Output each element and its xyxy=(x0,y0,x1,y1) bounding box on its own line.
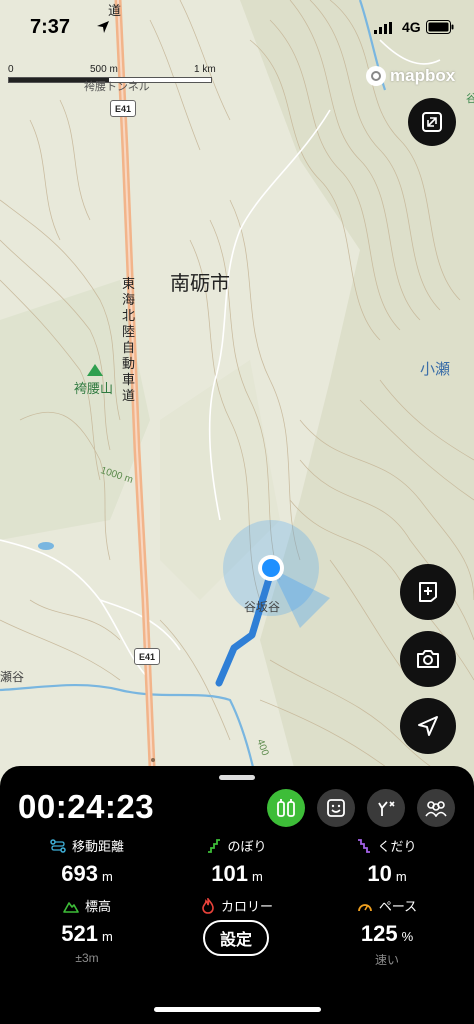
map-label-city: 南砺市 xyxy=(170,273,230,295)
descent-value: 10 xyxy=(367,861,392,886)
distance-label: 移動距離 xyxy=(71,839,124,854)
home-indicator xyxy=(154,1007,321,1012)
pace-unit: % xyxy=(401,929,414,944)
map-label-route-top: 道 xyxy=(108,3,122,18)
mapbox-logo-icon xyxy=(366,66,386,86)
elevation-value: 521 xyxy=(61,921,98,946)
descent-label: くだり xyxy=(377,839,417,854)
stat-ascent: のぼり 101 m xyxy=(162,836,312,887)
ascent-unit: m xyxy=(251,869,263,884)
descent-icon xyxy=(358,838,371,853)
navigation-arrow-icon xyxy=(418,716,438,736)
map-label-mountain: 袴腰山 xyxy=(74,381,114,396)
mountain-icon xyxy=(63,901,79,913)
fit-bounds-icon xyxy=(422,112,442,132)
stat-elevation: 標高 521 m ±3m xyxy=(12,896,162,965)
flame-icon xyxy=(202,897,214,914)
stat-distance: 移動距離 693 m xyxy=(12,836,162,887)
camera-button[interactable] xyxy=(400,631,456,687)
map-label-valley-name: 谷坂谷 xyxy=(244,600,281,614)
add-memo-icon xyxy=(419,582,437,602)
route-fork-icon xyxy=(378,801,395,816)
mapbox-wordmark: mapbox xyxy=(390,66,456,85)
distance-value: 693 xyxy=(61,861,98,886)
map-label-settlement: 瀬谷 xyxy=(0,670,25,684)
road-shield-e41-top: E41 xyxy=(110,100,136,117)
ascent-value: 101 xyxy=(211,861,248,886)
map-label-expressway: 東海北陸自動車道 xyxy=(122,276,136,403)
distance-unit: m xyxy=(101,869,113,884)
status-time: 7:37 xyxy=(30,16,71,38)
map-label-kose: 小瀬 xyxy=(420,361,451,378)
group-icon xyxy=(425,801,447,817)
current-location-button[interactable] xyxy=(400,698,456,754)
scale-label-500m: 500 m xyxy=(90,64,118,75)
hiking-gear-icon xyxy=(277,799,295,817)
group-mode-button[interactable] xyxy=(417,789,455,827)
stat-descent: くだり 10 m xyxy=(312,836,462,887)
signal-bars-icon xyxy=(374,22,392,34)
elevation-accuracy: ±3m xyxy=(75,951,99,965)
elapsed-timer: 00:24:23 xyxy=(18,788,155,825)
stat-pace: ペース 125% 速い xyxy=(312,896,462,968)
status-bar: 7:37 4G xyxy=(0,0,474,56)
descent-unit: m xyxy=(395,869,407,884)
pace-value: 125 xyxy=(360,921,398,946)
ascent-label: のぼり xyxy=(227,839,267,854)
elevation-label: 標高 xyxy=(84,899,111,914)
route-mode-button[interactable] xyxy=(367,789,405,827)
pace-label: ペース xyxy=(378,899,418,914)
sheet-grabber[interactable] xyxy=(219,775,255,780)
fit-map-button[interactable] xyxy=(408,98,456,146)
stat-calories: カロリー xyxy=(162,896,312,915)
speedometer-icon xyxy=(357,903,372,911)
elevation-unit: m xyxy=(101,929,113,944)
activity-sheet: 00:24:23 移動距離 693 m のぼり 101 m くだり 10 m 標… xyxy=(0,766,474,1024)
map-label-tunnel: 袴腰トンネル xyxy=(84,81,150,93)
location-arrow-icon xyxy=(97,21,109,33)
distance-route-icon xyxy=(50,838,66,853)
ascent-icon xyxy=(208,838,221,853)
road-shield-e41-bottom: E41 xyxy=(134,648,160,665)
pace-status: 速い xyxy=(374,953,399,967)
battery-icon xyxy=(426,20,454,34)
face-icon xyxy=(327,799,345,817)
hiking-mode-button[interactable] xyxy=(267,789,305,827)
map-view[interactable]: 7:37 4G 0 500 m 1 km mapbox 道 袴腰トンネル 南砺市… xyxy=(0,0,474,790)
calories-label: カロリー xyxy=(220,899,273,914)
mapbox-attribution[interactable]: mapbox xyxy=(366,64,455,88)
scale-label-0: 0 xyxy=(8,64,14,75)
network-type: 4G xyxy=(402,19,421,35)
camera-icon xyxy=(417,650,439,668)
map-label-valley: 谷 xyxy=(466,93,474,105)
settings-button[interactable]: 設定 xyxy=(203,920,269,956)
add-note-button[interactable] xyxy=(400,564,456,620)
scale-label-1km: 1 km xyxy=(194,64,216,75)
face-mode-button[interactable] xyxy=(317,789,355,827)
